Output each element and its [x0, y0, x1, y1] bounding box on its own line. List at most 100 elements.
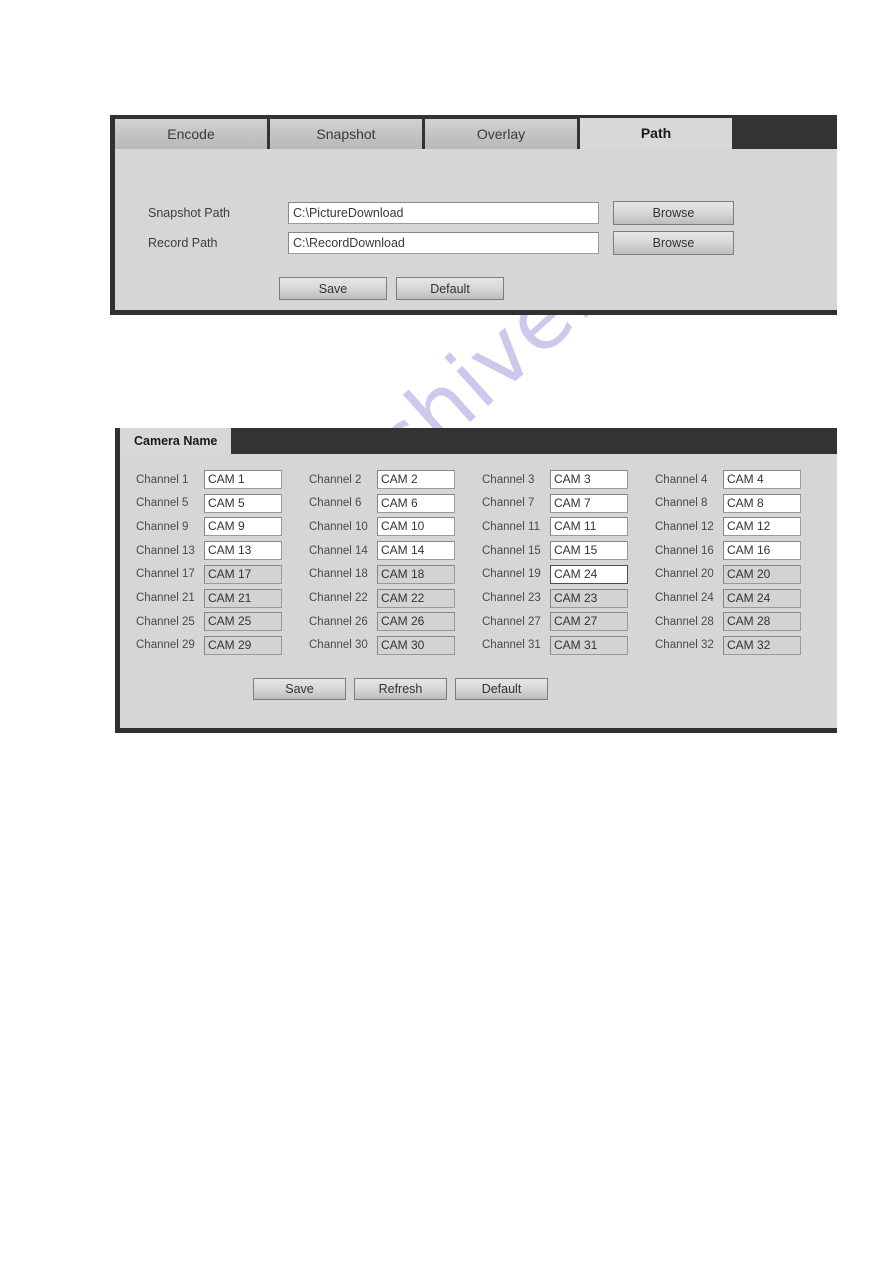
channel-cell: Channel 29 [136, 635, 282, 655]
channel-label: Channel 6 [309, 497, 362, 510]
channel-name-input[interactable] [377, 612, 455, 632]
tab-overlay[interactable]: Overlay [425, 119, 577, 149]
snapshot-path-label: Snapshot Path [148, 206, 231, 220]
channel-cell: Channel 30 [309, 635, 455, 655]
channel-name-input[interactable] [723, 588, 801, 608]
channel-name-input[interactable] [723, 635, 801, 655]
path-panel-tabbar: Encode Snapshot Overlay Path [115, 115, 837, 149]
channel-cell: Channel 28 [655, 612, 801, 632]
channel-cell: Channel 6 [309, 493, 455, 513]
channel-cell: Channel 19 [482, 564, 628, 584]
channel-name-input[interactable] [377, 588, 455, 608]
tab-snapshot[interactable]: Snapshot [270, 119, 422, 149]
channel-name-input[interactable] [204, 517, 282, 537]
channel-label: Channel 17 [136, 568, 195, 581]
channel-cell: Channel 25 [136, 612, 282, 632]
channel-label: Channel 20 [655, 568, 714, 581]
channel-name-input[interactable] [723, 612, 801, 632]
channel-name-input[interactable] [204, 588, 282, 608]
camera-save-button[interactable]: Save [253, 678, 346, 700]
channel-label: Channel 25 [136, 615, 195, 628]
channel-cell: Channel 7 [482, 493, 628, 513]
camera-refresh-button[interactable]: Refresh [354, 678, 447, 700]
channel-cell: Channel 11 [482, 517, 628, 537]
channel-name-input[interactable] [204, 564, 282, 584]
path-save-button[interactable]: Save [279, 277, 387, 300]
channel-name-input[interactable] [377, 470, 455, 489]
channel-label: Channel 9 [136, 520, 189, 533]
tab-camera-name[interactable]: Camera Name [120, 428, 232, 454]
channel-name-input[interactable] [204, 612, 282, 632]
channel-name-input[interactable] [723, 470, 801, 489]
channel-label: Channel 26 [309, 615, 368, 628]
channel-cell: Channel 27 [482, 612, 628, 632]
snapshot-path-input[interactable] [288, 202, 599, 224]
channel-name-input[interactable] [377, 493, 455, 513]
channel-cell: Channel 9 [136, 517, 282, 537]
channel-label: Channel 27 [482, 615, 541, 628]
channel-label: Channel 32 [655, 639, 714, 652]
record-path-label: Record Path [148, 236, 218, 250]
channel-name-input[interactable] [550, 541, 628, 561]
channel-label: Channel 10 [309, 520, 368, 533]
channel-cell: Channel 15 [482, 541, 628, 561]
channel-label: Channel 16 [655, 544, 714, 557]
channel-name-input[interactable] [550, 493, 628, 513]
channel-label: Channel 19 [482, 568, 541, 581]
channel-name-input[interactable] [377, 635, 455, 655]
channel-cell: Channel 13 [136, 541, 282, 561]
camera-name-panel: Camera Name Channel 1Channel 2Channel 3C… [115, 428, 837, 733]
snapshot-path-browse-button[interactable]: Browse [613, 201, 734, 225]
channel-cell: Channel 26 [309, 612, 455, 632]
channel-label: Channel 5 [136, 497, 189, 510]
record-path-row: Record Path Browse [148, 231, 808, 255]
channel-label: Channel 30 [309, 639, 368, 652]
channel-name-input[interactable] [550, 635, 628, 655]
channel-label: Channel 8 [655, 497, 708, 510]
channel-label: Channel 4 [655, 473, 708, 486]
channel-name-input[interactable] [377, 541, 455, 561]
channel-name-input[interactable] [723, 564, 801, 584]
channel-label: Channel 28 [655, 615, 714, 628]
channel-name-input[interactable] [550, 588, 628, 608]
channel-name-input[interactable] [204, 635, 282, 655]
path-default-button[interactable]: Default [396, 277, 504, 300]
channel-name-input[interactable] [204, 493, 282, 513]
channel-name-input[interactable] [204, 541, 282, 561]
record-path-browse-button[interactable]: Browse [613, 231, 734, 255]
channel-label: Channel 14 [309, 544, 368, 557]
channel-name-input[interactable] [723, 541, 801, 561]
channel-cell: Channel 3 [482, 470, 628, 489]
snapshot-path-row: Snapshot Path Browse [148, 201, 808, 225]
channel-name-input[interactable] [377, 564, 455, 584]
channel-label: Channel 15 [482, 544, 541, 557]
channel-name-input[interactable] [723, 493, 801, 513]
channel-cell: Channel 12 [655, 517, 801, 537]
channel-cell: Channel 10 [309, 517, 455, 537]
channel-name-input[interactable] [723, 517, 801, 537]
record-path-input[interactable] [288, 232, 599, 254]
channel-label: Channel 13 [136, 544, 195, 557]
channel-label: Channel 23 [482, 592, 541, 604]
channel-name-input[interactable] [550, 612, 628, 632]
tab-encode[interactable]: Encode [115, 119, 267, 149]
channel-cell: Channel 5 [136, 493, 282, 513]
channel-label: Channel 2 [309, 473, 362, 486]
channel-cell: Channel 32 [655, 635, 801, 655]
camera-default-button[interactable]: Default [455, 678, 548, 700]
channel-cell: Channel 16 [655, 541, 801, 561]
channel-name-grid: Channel 1 Channel 2 Channel 3 Channel 4 Chan… [136, 470, 826, 660]
channel-cell: Channel 14 [309, 541, 455, 561]
channel-name-input[interactable] [550, 470, 628, 489]
tab-path[interactable]: Path [580, 118, 732, 149]
channel-name-input[interactable] [550, 517, 628, 537]
channel-name-input[interactable] [377, 517, 455, 537]
channel-cell: Channel 21 [136, 588, 282, 608]
channel-name-input[interactable] [550, 564, 628, 584]
channel-cell: Channel 17 [136, 564, 282, 584]
channel-name-input[interactable] [204, 470, 282, 489]
channel-label: Channel 29 [136, 639, 195, 652]
channel-cell: Channel 8 [655, 493, 801, 513]
camera-panel-button-row: Save Refresh Default [253, 678, 548, 700]
channel-cell: Channel 31 [482, 635, 628, 655]
